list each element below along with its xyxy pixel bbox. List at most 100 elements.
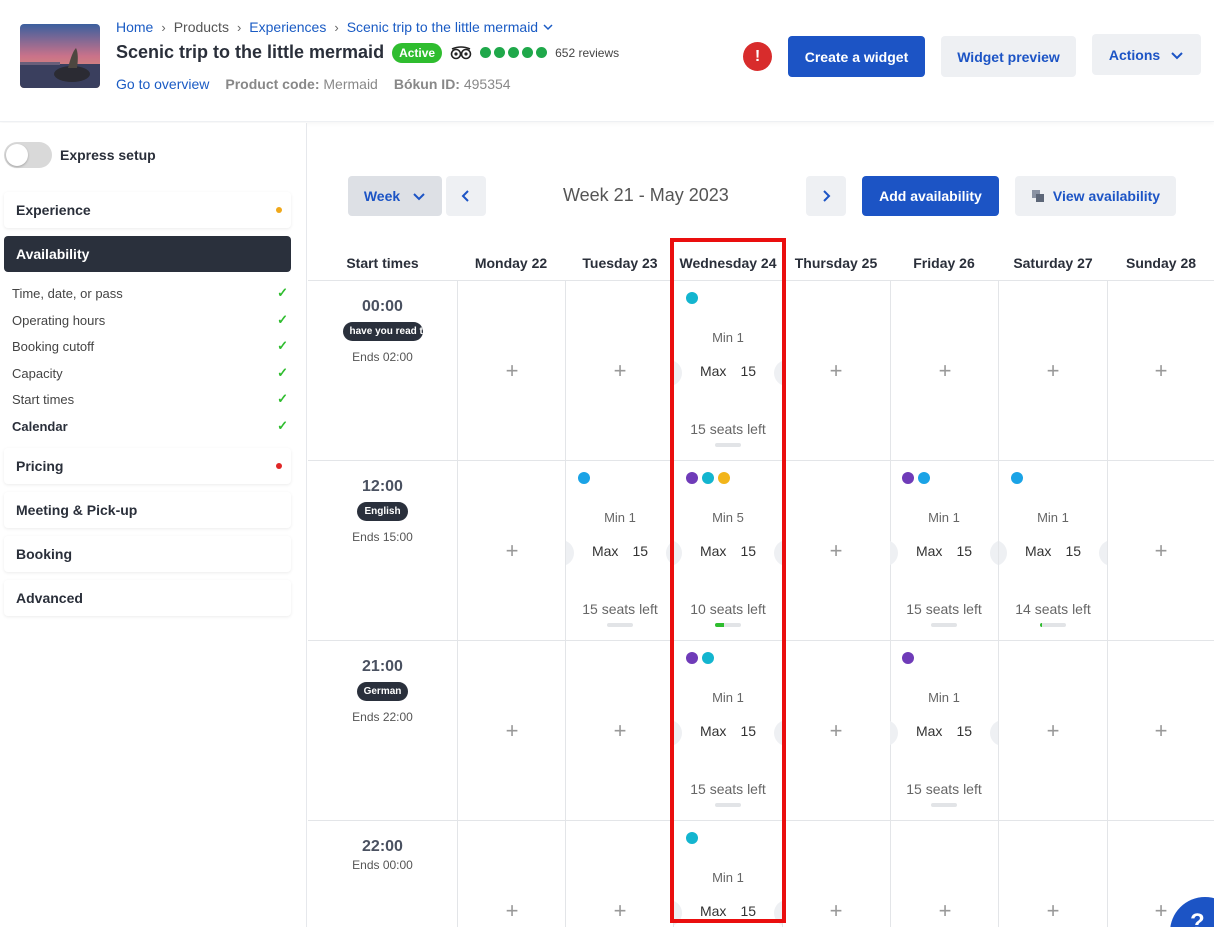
sidebar-item-label: Booking (16, 546, 72, 562)
availability-slot[interactable]: Min 1 – Max 15 + 15 seats left (890, 460, 998, 640)
sidebar-item-pricing[interactable]: Pricing (4, 448, 291, 484)
actions-label: Actions (1108, 46, 1161, 63)
availability-slot[interactable]: Min 1 – Max 15 + (674, 820, 782, 927)
add-slot-icon[interactable]: + (1043, 720, 1063, 742)
sidebar-subitem-start-times[interactable]: Start times ✓ (12, 391, 288, 407)
decrease-max-button[interactable]: – (566, 540, 574, 566)
slot-max-value[interactable]: 15 (740, 543, 756, 559)
add-slot-icon[interactable]: + (826, 360, 846, 382)
breadcrumb-products[interactable]: Products (174, 19, 229, 35)
add-slot-icon[interactable]: + (1151, 720, 1171, 742)
slot-max-value[interactable]: 15 (740, 723, 756, 739)
actions-button[interactable]: Actions (1092, 34, 1201, 75)
add-slot-icon[interactable]: + (610, 900, 630, 922)
slot-max-value[interactable]: 15 (956, 543, 972, 559)
increase-max-button[interactable]: + (774, 360, 782, 386)
view-mode-dropdown[interactable]: Week (348, 176, 442, 216)
add-slot-icon[interactable]: + (826, 540, 846, 562)
breadcrumb-experiences[interactable]: Experiences (249, 19, 326, 35)
slot-max-value[interactable]: 15 (740, 363, 756, 379)
add-slot-icon[interactable]: + (826, 900, 846, 922)
start-time-row[interactable]: 12:00 English Ends 15:00 (308, 478, 457, 544)
increase-max-button[interactable]: + (774, 900, 782, 926)
express-setup-toggle[interactable] (4, 142, 52, 168)
day-header: Wednesday 24 (679, 255, 777, 271)
create-widget-button[interactable]: Create a widget (788, 36, 925, 77)
sidebar-item-booking[interactable]: Booking (4, 536, 291, 572)
widget-preview-button[interactable]: Widget preview (941, 36, 1076, 77)
review-count[interactable]: 652 reviews (555, 46, 619, 60)
start-time-row[interactable]: 22:00 Ends 00:00 (308, 838, 457, 872)
status-dot (276, 463, 282, 469)
increase-max-button[interactable]: + (990, 720, 998, 746)
decrease-max-button[interactable]: – (890, 540, 898, 566)
booking-progress (931, 803, 957, 807)
add-slot-icon[interactable]: + (1043, 360, 1063, 382)
sidebar-subitem-capacity[interactable]: Capacity ✓ (12, 365, 288, 381)
increase-max-button[interactable]: + (666, 540, 674, 566)
breadcrumb-current[interactable]: Scenic trip to the little mermaid (347, 19, 538, 35)
slot-max-value[interactable]: 15 (632, 543, 648, 559)
add-slot-icon[interactable]: + (1151, 900, 1171, 922)
slot-min: Min 1 (1037, 510, 1069, 525)
slot-max-value[interactable]: 15 (956, 723, 972, 739)
add-slot-icon[interactable]: + (1043, 900, 1063, 922)
view-availability-button[interactable]: View availability (1015, 176, 1176, 216)
add-slot-icon[interactable]: + (935, 360, 955, 382)
add-slot-icon[interactable]: + (502, 900, 522, 922)
chevron-down-icon[interactable] (542, 21, 554, 33)
add-slot-icon[interactable]: + (502, 540, 522, 562)
start-time-row[interactable]: 21:00 German Ends 22:00 (308, 658, 457, 724)
sidebar-item-availability[interactable]: Availability (4, 236, 291, 272)
start-time-row[interactable]: 00:00 have you read the Ends 02:00 (308, 298, 457, 364)
decrease-max-button[interactable]: – (890, 720, 898, 746)
go-to-overview-link[interactable]: Go to overview (116, 76, 209, 92)
add-slot-icon[interactable]: + (610, 720, 630, 742)
next-week-button[interactable] (806, 176, 846, 216)
end-time: Ends 02:00 (352, 350, 413, 364)
sidebar-item-advanced[interactable]: Advanced (4, 580, 291, 616)
chevron-down-icon (1171, 51, 1183, 59)
availability-slot[interactable]: Min 1 – Max 15 + 15 seats left (674, 280, 782, 460)
increase-max-button[interactable]: + (990, 540, 998, 566)
add-slot-icon[interactable]: + (1151, 540, 1171, 562)
add-slot-icon[interactable]: + (935, 900, 955, 922)
increase-max-button[interactable]: + (774, 540, 782, 566)
add-slot-icon[interactable]: + (610, 360, 630, 382)
sidebar-subitem-time-date-pass[interactable]: Time, date, or pass ✓ (12, 285, 288, 301)
availability-slot[interactable]: Min 1 – Max 15 + 15 seats left (674, 640, 782, 820)
add-availability-button[interactable]: Add availability (862, 176, 999, 216)
availability-slot[interactable]: Min 1 – Max 15 + 15 seats left (890, 640, 998, 820)
product-code: Product code: Mermaid (225, 76, 378, 92)
sidebar-item-experience[interactable]: Experience (4, 192, 291, 228)
slot-max-label: Max (699, 363, 727, 379)
start-time: 00:00 (362, 298, 403, 315)
decrease-max-button[interactable]: – (674, 900, 682, 926)
add-slot-icon[interactable]: + (502, 360, 522, 382)
alert-icon[interactable]: ! (743, 42, 772, 71)
availability-slot[interactable]: Min 1 – Max 15 + 15 seats left (566, 460, 674, 640)
sidebar-subitem-operating-hours[interactable]: Operating hours ✓ (12, 312, 288, 328)
view-availability-label: View availability (1052, 188, 1161, 204)
availability-slot[interactable]: Min 1 – Max 15 + 14 seats left (999, 460, 1107, 640)
sidebar-item-label: Meeting & Pick-up (16, 502, 138, 518)
decrease-max-button[interactable]: – (674, 720, 682, 746)
add-slot-icon[interactable]: + (826, 720, 846, 742)
grid-line (782, 280, 783, 927)
increase-max-button[interactable]: + (774, 720, 782, 746)
decrease-max-button[interactable]: – (674, 540, 682, 566)
availability-slot[interactable]: Min 5 – Max 15 + 10 seats left (674, 460, 782, 640)
decrease-max-button[interactable]: – (674, 360, 682, 386)
sidebar-subitem-calendar[interactable]: Calendar ✓ (12, 418, 288, 434)
increase-max-button[interactable]: + (1099, 540, 1107, 566)
sidebar-item-meeting-pickup[interactable]: Meeting & Pick-up (4, 492, 291, 528)
booking-progress (715, 623, 741, 627)
slot-max-value[interactable]: 15 (1065, 543, 1081, 559)
add-slot-icon[interactable]: + (1151, 360, 1171, 382)
decrease-max-button[interactable]: – (999, 540, 1007, 566)
sidebar-subitem-booking-cutoff[interactable]: Booking cutoff ✓ (12, 338, 288, 354)
previous-week-button[interactable] (446, 176, 486, 216)
slot-max-value[interactable]: 15 (740, 903, 756, 919)
add-slot-icon[interactable]: + (502, 720, 522, 742)
breadcrumb-home[interactable]: Home (116, 19, 153, 35)
